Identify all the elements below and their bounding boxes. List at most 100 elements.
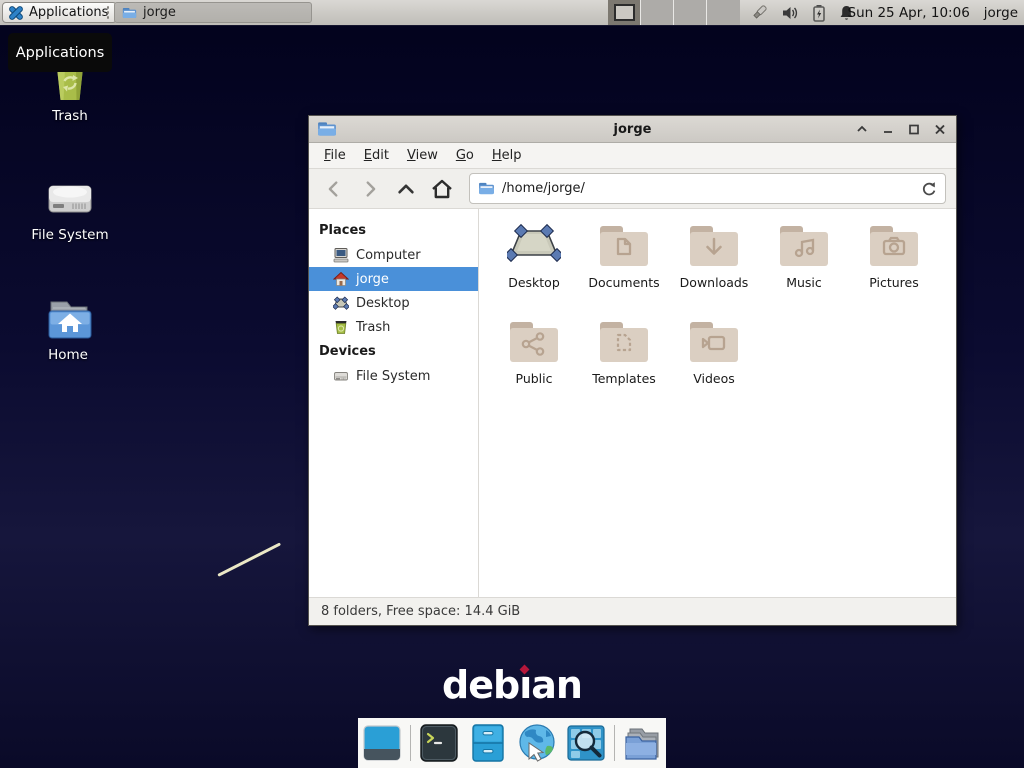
file-manager-launcher[interactable] [467, 722, 509, 764]
menu-go[interactable]: Go [447, 144, 483, 167]
path-text[interactable]: /home/jorge/ [502, 181, 585, 196]
debian-logo: debıan [0, 663, 1024, 707]
app-finder-launcher[interactable] [565, 722, 607, 764]
file-item-desktop[interactable]: Desktop [489, 223, 579, 318]
file-item-templates[interactable]: Templates [579, 319, 669, 414]
applications-tooltip: Applications [8, 33, 112, 72]
sidebar-devices-header: Devices [309, 339, 478, 364]
sidebar-item-trash[interactable]: Trash [309, 315, 478, 339]
toolbar: /home/jorge/ [309, 169, 956, 209]
workspace-2[interactable] [641, 0, 674, 25]
videos-folder-icon [687, 319, 741, 365]
file-item-label: Downloads [680, 275, 749, 290]
show-desktop-icon [362, 723, 402, 763]
session-username[interactable]: jorge [984, 5, 1018, 21]
templates-folder-icon [597, 319, 651, 365]
public-folder-icon [507, 319, 561, 365]
directories-icon [622, 723, 664, 763]
home-button[interactable] [427, 174, 457, 204]
sidebar-item-label: Computer [356, 248, 421, 263]
web-browser-launcher[interactable] [516, 722, 558, 764]
up-button[interactable] [391, 174, 421, 204]
volume-icon[interactable] [781, 4, 800, 22]
sidebar-item-desktop[interactable]: Desktop [309, 291, 478, 315]
file-item-label: Public [516, 371, 553, 386]
menu-file[interactable]: File [315, 144, 355, 167]
menu-view[interactable]: View [398, 144, 447, 167]
window-titlebar[interactable]: jorge [309, 116, 956, 143]
documents-folder-icon [597, 223, 651, 269]
web-browser-icon [516, 722, 558, 764]
desktop-icon-label: File System [31, 227, 108, 243]
directories-menu-launcher[interactable] [622, 722, 664, 764]
path-bar[interactable]: /home/jorge/ [469, 173, 946, 204]
menu-help[interactable]: Help [483, 144, 531, 167]
folder-icon [122, 7, 137, 19]
workspace-3[interactable] [674, 0, 707, 25]
sidebar-item-file-system[interactable]: File System [309, 364, 478, 388]
battery-icon[interactable] [812, 4, 826, 22]
shade-button[interactable] [854, 121, 870, 137]
terminal-icon [419, 723, 459, 763]
file-item-label: Music [786, 275, 822, 290]
sidebar-item-jorge[interactable]: jorge [309, 267, 478, 291]
music-folder-icon [777, 223, 831, 269]
xfce-logo-icon [8, 5, 24, 21]
terminal-launcher[interactable] [418, 722, 460, 764]
desktop-icon-file-system[interactable]: File System [15, 174, 125, 243]
desktop-icon-home[interactable]: Home [13, 294, 123, 363]
file-item-pictures[interactable]: Pictures [849, 223, 939, 318]
close-button[interactable] [932, 121, 948, 137]
workspace-1[interactable] [608, 0, 641, 25]
sidebar-item-label: jorge [356, 272, 389, 287]
applications-menu-button[interactable]: Applications [2, 2, 117, 23]
sidebar-item-computer[interactable]: Computer [309, 243, 478, 267]
desktop-icon [333, 295, 349, 311]
bottom-dock [358, 718, 666, 768]
workspace-4[interactable] [707, 0, 740, 25]
sidebar-item-label: Desktop [356, 296, 410, 311]
top-panel: Applications jorge [0, 0, 1024, 26]
desktop-folder-icon [507, 223, 561, 269]
file-item-downloads[interactable]: Downloads [669, 223, 759, 318]
file-manager-window: jorge File Edit View Go Help [308, 115, 957, 626]
taskbar-button-jorge[interactable]: jorge [114, 2, 312, 23]
workspace-window-thumb [614, 4, 635, 21]
menu-edit[interactable]: Edit [355, 144, 398, 167]
pen-icon[interactable] [750, 3, 769, 22]
file-manager-icon [468, 723, 508, 763]
reload-icon[interactable] [921, 181, 937, 197]
desktop-root: { "panel": { "applications_label": "Appl… [0, 0, 1024, 768]
file-item-music[interactable]: Music [759, 223, 849, 318]
applications-menu-label: Applications [29, 5, 108, 20]
file-item-videos[interactable]: Videos [669, 319, 759, 414]
minimize-button[interactable] [880, 121, 896, 137]
forward-button[interactable] [355, 174, 385, 204]
file-item-public[interactable]: Public [489, 319, 579, 414]
desktop-icon-label: Trash [52, 108, 88, 124]
file-item-label: Pictures [869, 275, 919, 290]
file-item-label: Desktop [508, 275, 560, 290]
file-grid: Desktop Documents [479, 209, 956, 597]
taskbar-button-label: jorge [143, 5, 176, 20]
desktop-icon-label: Home [48, 347, 88, 363]
panel-clock-area: Sun 25 Apr, 10:06 jorge [848, 0, 1019, 25]
home-folder-icon [41, 294, 95, 344]
home-icon [333, 271, 349, 287]
trash-icon [333, 319, 349, 335]
sidebar-item-label: Trash [356, 320, 390, 335]
file-item-label: Documents [588, 275, 659, 290]
stray-line-artifact [217, 542, 281, 576]
sidebar-places-header: Places [309, 218, 478, 243]
workspace-switcher [608, 0, 740, 25]
statusbar-text: 8 folders, Free space: 14.4 GiB [321, 604, 520, 619]
maximize-button[interactable] [906, 121, 922, 137]
computer-icon [333, 247, 349, 263]
file-item-documents[interactable]: Documents [579, 223, 669, 318]
app-finder-icon [566, 723, 606, 763]
show-desktop-button[interactable] [361, 722, 403, 764]
clock[interactable]: Sun 25 Apr, 10:06 [848, 5, 970, 21]
debian-logo-text-post: an [531, 663, 582, 707]
pictures-folder-icon [867, 223, 921, 269]
back-button[interactable] [319, 174, 349, 204]
